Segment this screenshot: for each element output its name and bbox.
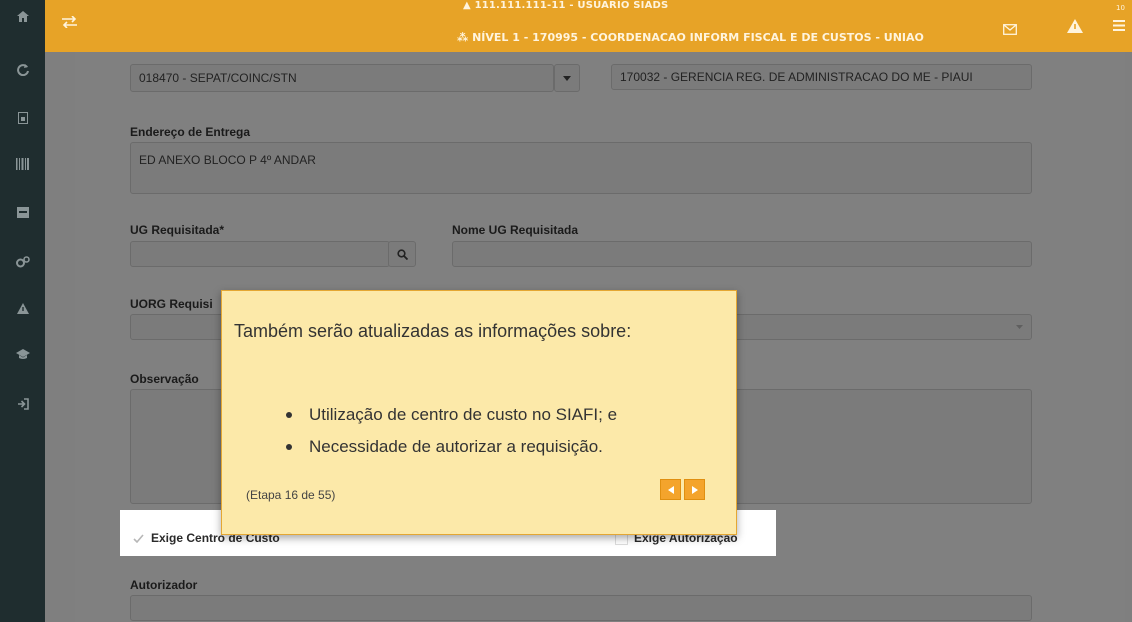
top-bar: ▲ 111.111.111-11 - USUARIO SIADS ⁂ NÍVEL… xyxy=(45,0,1132,52)
tour-bullet: Necessidade de autorizar a requisição. xyxy=(234,431,617,463)
ug-name-field: 170032 - GERENCIA REG. DE ADMINISTRACAO … xyxy=(611,64,1032,90)
uorg-label: UORG Requisi xyxy=(130,297,213,311)
graduation-cap-icon[interactable] xyxy=(0,342,45,366)
tour-bullet-text: Utilização de centro de custo no SIAFI; … xyxy=(309,405,618,424)
check-icon xyxy=(132,532,145,545)
tour-bullet-list: Utilização de centro de custo no SIAFI; … xyxy=(234,399,617,463)
tour-bullet: Utilização de centro de custo no SIAFI; … xyxy=(234,399,617,431)
caret-right-icon xyxy=(691,485,698,494)
level-text: NÍVEL 1 - 170995 - COORDENACAO INFORM FI… xyxy=(472,31,924,44)
alert-icon[interactable] xyxy=(1065,18,1085,34)
ug-requested-name-label: Nome UG Requisitada xyxy=(452,223,579,237)
delivery-address-field[interactable]: ED ANEXO BLOCO P 4º ANDAR xyxy=(130,142,1032,194)
inbox-icon[interactable] xyxy=(0,200,45,224)
ug-requested-input[interactable] xyxy=(130,241,390,267)
menu-icon[interactable] xyxy=(1111,18,1127,32)
tour-popover: Também serão atualizadas as informações … xyxy=(221,290,737,535)
tour-bullet-text: Necessidade de autorizar a requisição. xyxy=(309,437,603,456)
caret-left-icon xyxy=(667,485,674,494)
tour-step-counter: (Etapa 16 de 55) xyxy=(246,488,336,502)
user-info: ▲ 111.111.111-11 - USUARIO SIADS xyxy=(463,0,669,11)
autorizador-field xyxy=(130,595,1032,621)
ug-requested-name-field xyxy=(452,241,1032,267)
document-icon[interactable] xyxy=(0,106,45,130)
bullet-icon xyxy=(286,412,292,418)
delivery-address-label: Endereço de Entrega xyxy=(130,125,251,139)
tour-title: Também serão atualizadas as informações … xyxy=(234,321,632,341)
home-icon[interactable] xyxy=(0,4,45,28)
barcode-icon[interactable] xyxy=(0,152,45,176)
caret-down-icon[interactable] xyxy=(554,64,580,92)
envelope-icon[interactable] xyxy=(1001,22,1019,36)
search-icon[interactable] xyxy=(388,241,416,267)
org-select[interactable]: 018470 - SEPAT/COINC/STN xyxy=(130,64,554,92)
refresh-icon[interactable] xyxy=(0,58,45,82)
ug-requested-label: UG Requisitada* xyxy=(130,223,225,237)
exchange-icon[interactable] xyxy=(59,14,79,30)
level-info: ⁂ NÍVEL 1 - 170995 - COORDENACAO INFORM … xyxy=(457,30,924,46)
warning-icon[interactable] xyxy=(0,296,45,320)
sign-in-icon[interactable] xyxy=(0,392,45,416)
tour-prev-button[interactable] xyxy=(660,479,681,500)
sitemap-icon: ⁂ xyxy=(457,31,473,44)
notification-badge: 10 xyxy=(1116,4,1125,12)
observation-label: Observação xyxy=(130,372,199,386)
autorizador-label: Autorizador xyxy=(130,578,198,592)
cogs-icon[interactable] xyxy=(0,250,45,274)
bullet-icon xyxy=(286,444,292,450)
sidebar xyxy=(0,0,45,622)
tour-next-button[interactable] xyxy=(684,479,705,500)
app-window: ▲ 111.111.111-11 - USUARIO SIADS ⁂ NÍVEL… xyxy=(0,0,1132,622)
